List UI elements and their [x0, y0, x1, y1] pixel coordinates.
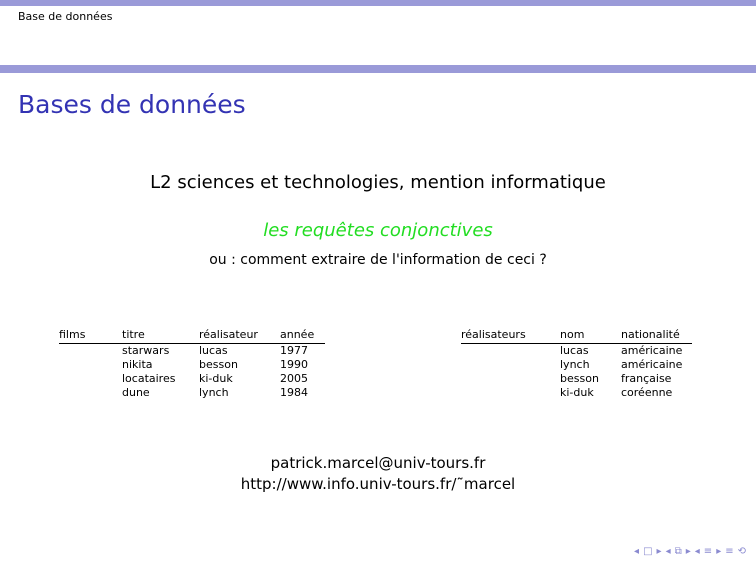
table-row: besson française: [461, 372, 692, 386]
realisateurs-header-row: réalisateurs nom nationalité: [461, 328, 692, 344]
table-cell: lucas: [199, 344, 228, 357]
table-row: locataires ki-duk 2005: [59, 372, 325, 386]
subsection-next-icon[interactable]: ▸: [686, 546, 691, 557]
table-row: starwars lucas 1977: [59, 344, 325, 359]
relation-name: réalisateurs: [461, 328, 526, 341]
section-next-icon[interactable]: ▸: [716, 546, 721, 557]
contact-block: patrick.marcel@univ-tours.fr http://www.…: [0, 453, 756, 495]
table-cell: dune: [122, 386, 150, 399]
table-cell: besson: [560, 372, 599, 385]
subsection-icon[interactable]: ⧉: [675, 546, 682, 557]
contact-email[interactable]: patrick.marcel@univ-tours.fr: [0, 453, 756, 474]
section-icon[interactable]: ≡: [704, 546, 712, 557]
frame-title: Bases de données: [18, 90, 246, 119]
table-cell: nikita: [122, 358, 153, 371]
realisateurs-table: réalisateurs nom nationalité lucas améric…: [461, 328, 692, 400]
column-header: réalisateur: [199, 328, 258, 341]
table-cell: ki-duk: [560, 386, 594, 399]
table-cell: coréenne: [621, 386, 673, 399]
column-header: année: [280, 328, 315, 341]
frame-icon[interactable]: □: [643, 546, 652, 557]
table-cell: locataires: [122, 372, 176, 385]
column-header: nationalité: [621, 328, 680, 341]
frame-title-bar: [0, 65, 756, 73]
table-cell: américaine: [621, 358, 683, 371]
table-cell: américaine: [621, 344, 683, 357]
contact-url[interactable]: http://www.info.univ-tours.fr/˜marcel: [0, 474, 756, 495]
topic-highlight: les requêtes conjonctives: [263, 220, 493, 241]
table-row: lynch américaine: [461, 358, 692, 372]
table-cell: besson: [199, 358, 238, 371]
header-bar: [0, 0, 756, 6]
table-row: ki-duk coréenne: [461, 386, 692, 400]
table-cell: 2005: [280, 372, 308, 385]
column-header: nom: [560, 328, 585, 341]
table-cell: 1984: [280, 386, 308, 399]
question-text: ou : comment extraire de l'information d…: [209, 252, 547, 268]
header-title: Base de données: [18, 10, 113, 23]
section-prev-icon[interactable]: ◂: [695, 546, 700, 557]
table-cell: française: [621, 372, 672, 385]
table-cell: 1977: [280, 344, 308, 357]
films-header-row: films titre réalisateur année: [59, 328, 325, 344]
column-header: titre: [122, 328, 145, 341]
table-cell: lynch: [199, 386, 229, 399]
align-icon[interactable]: ≡: [725, 546, 733, 557]
search-icon[interactable]: ⟲: [738, 546, 746, 557]
frame-next-icon[interactable]: ▸: [657, 546, 662, 557]
table-row: lucas américaine: [461, 344, 692, 359]
table-cell: 1990: [280, 358, 308, 371]
beamer-navigation: ◂ □ ▸ ◂ ⧉ ▸ ◂ ≡ ▸ ≡ ⟲: [634, 546, 746, 557]
table-cell: starwars: [122, 344, 170, 357]
table-cell: ki-duk: [199, 372, 233, 385]
table-row: nikita besson 1990: [59, 358, 325, 372]
course-subtitle: L2 sciences et technologies, mention inf…: [150, 172, 606, 193]
relation-name: films: [59, 328, 86, 341]
films-table: films titre réalisateur année starwars lu…: [59, 328, 325, 400]
frame-prev-icon[interactable]: ◂: [634, 546, 639, 557]
table-cell: lynch: [560, 358, 590, 371]
subsection-prev-icon[interactable]: ◂: [666, 546, 671, 557]
table-cell: lucas: [560, 344, 589, 357]
table-row: dune lynch 1984: [59, 386, 325, 400]
